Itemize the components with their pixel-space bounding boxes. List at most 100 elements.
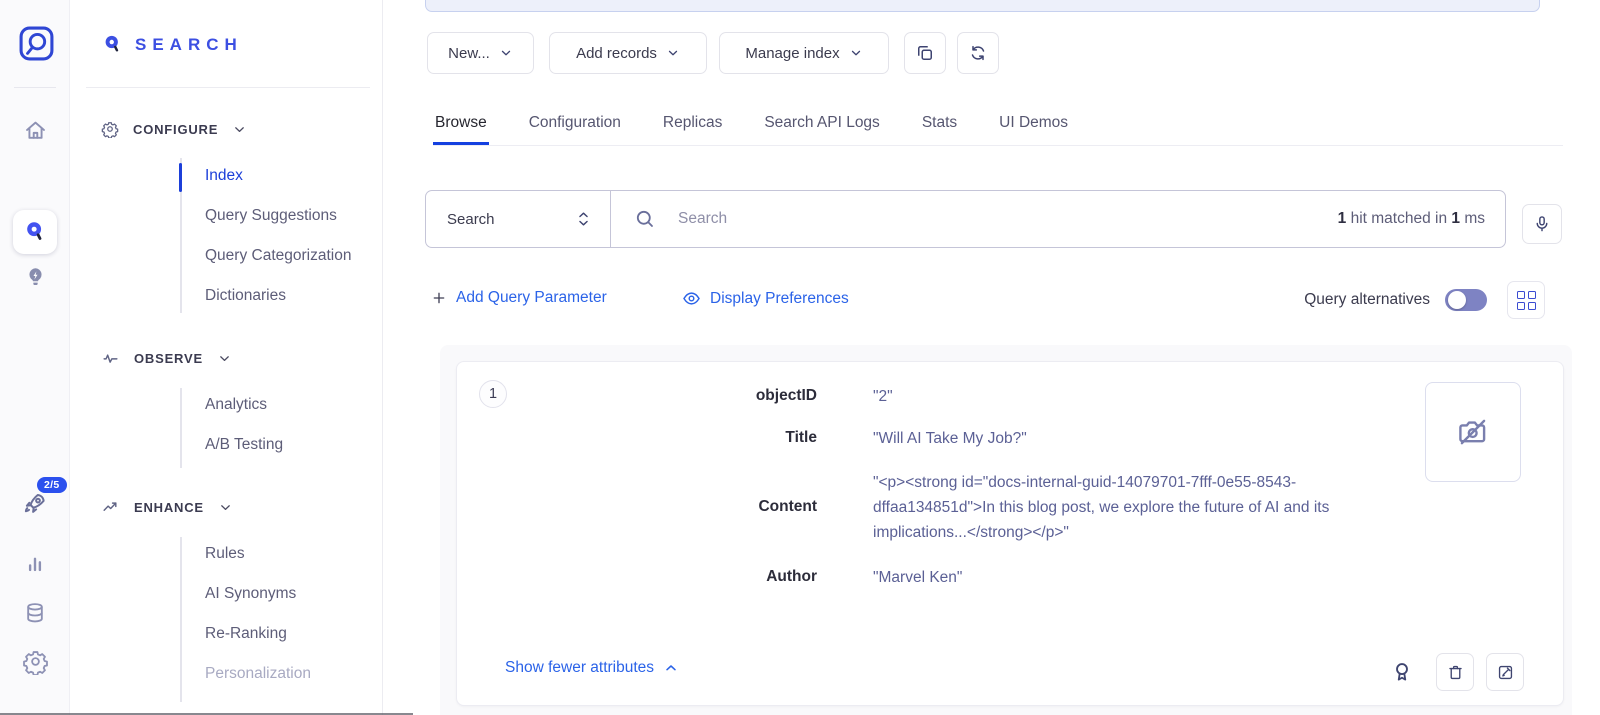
hits-unit: ms [1464, 210, 1485, 227]
delete-record-button[interactable] [1436, 653, 1474, 691]
new-button[interactable]: New... [427, 32, 534, 74]
sidebar-item-rules[interactable]: Rules [205, 545, 245, 563]
manage-index-button[interactable]: Manage index [719, 32, 889, 74]
search-pin-icon [101, 33, 124, 56]
query-controls: Add Query Parameter Display Preferences … [425, 281, 1555, 319]
chevron-down-icon [499, 46, 513, 60]
chevron-down-icon [218, 500, 233, 515]
show-fewer-attributes-link[interactable]: Show fewer attributes [505, 659, 679, 677]
sidebar: SEARCH CONFIGURE Index Query Suggestions… [70, 0, 383, 715]
algolia-dashboard: 2/5 [0, 0, 1600, 715]
sidebar-item-dictionaries[interactable]: Dictionaries [205, 287, 286, 305]
add-query-parameter-link[interactable]: Add Query Parameter [431, 289, 607, 307]
select-chevrons-icon [575, 206, 592, 232]
show-fewer-label: Show fewer attributes [505, 659, 654, 677]
search-mode-select[interactable]: Search [426, 191, 611, 247]
chevron-down-icon [232, 122, 247, 137]
refresh-button[interactable] [957, 32, 999, 74]
settings-gear-icon[interactable] [22, 648, 49, 675]
trash-icon [1446, 663, 1465, 682]
index-selector-partial[interactable] [425, 0, 1540, 12]
search-bar: Search 1 hit matched in 1 ms [425, 190, 1506, 248]
ranking-info-button[interactable] [1389, 659, 1415, 685]
tab-search-api-logs[interactable]: Search API Logs [762, 114, 881, 145]
index-tabs: Browse Configuration Replicas Search API… [433, 102, 1563, 146]
section-observe-label: OBSERVE [134, 351, 203, 366]
configure-gear-icon [101, 120, 119, 138]
sidebar-divider [86, 87, 370, 88]
query-alternatives-group: Query alternatives [1304, 281, 1545, 319]
microphone-icon [1532, 214, 1552, 234]
edit-icon [1496, 663, 1515, 682]
tab-ui-demos[interactable]: UI Demos [997, 114, 1070, 145]
add-records-label: Add records [576, 45, 657, 62]
layout-grid-button[interactable] [1507, 281, 1545, 319]
sidebar-item-re-ranking[interactable]: Re-Ranking [205, 625, 287, 643]
sidebar-item-query-categorization[interactable]: Query Categorization [205, 247, 351, 265]
enhance-group-line [180, 537, 182, 702]
usage-badge: 2/5 [37, 477, 67, 493]
section-configure-label: CONFIGURE [133, 122, 218, 137]
hit-card: 1 objectID "2" Title "Will AI Take My Jo… [456, 361, 1564, 706]
grid-icon [1517, 291, 1536, 310]
product-title: SEARCH [135, 35, 243, 55]
sidebar-item-index[interactable]: Index [205, 167, 243, 185]
analytics-bars-icon[interactable] [22, 551, 49, 578]
tab-stats[interactable]: Stats [920, 114, 959, 145]
rail-divider [14, 87, 56, 88]
enhance-trend-icon [101, 498, 120, 517]
main-content: New... Add records Manage index Browse [383, 0, 1600, 715]
display-preferences-link[interactable]: Display Preferences [682, 289, 849, 308]
query-alternatives-toggle[interactable] [1445, 289, 1487, 311]
attribute-value: "Will AI Take My Job?" [873, 426, 1397, 451]
copy-index-button[interactable] [904, 32, 946, 74]
observe-group-line [180, 388, 182, 468]
tab-browse[interactable]: Browse [433, 114, 489, 145]
section-enhance[interactable]: ENHANCE [101, 498, 233, 517]
award-icon [1389, 659, 1415, 685]
attribute-value: "2" [873, 384, 1397, 409]
plus-icon [431, 290, 447, 306]
attribute-name: Author [457, 565, 817, 589]
data-database-icon[interactable] [22, 600, 49, 627]
section-observe[interactable]: OBSERVE [101, 349, 232, 368]
attribute-value: "Marvel Ken" [873, 565, 1397, 590]
image-placeholder [1425, 382, 1521, 482]
refresh-icon [968, 43, 988, 63]
product-header: SEARCH [101, 33, 243, 56]
voice-search-button[interactable] [1522, 204, 1562, 244]
app-rail: 2/5 [0, 0, 70, 715]
active-item-indicator [179, 163, 182, 192]
observe-pulse-icon [101, 349, 120, 368]
add-records-button[interactable]: Add records [549, 32, 707, 74]
rocket-icon[interactable] [20, 489, 47, 516]
attribute-name: objectID [457, 384, 817, 408]
section-configure[interactable]: CONFIGURE [101, 120, 247, 138]
sidebar-item-ai-synonyms[interactable]: AI Synonyms [205, 585, 296, 603]
hits-count: 1 [1338, 210, 1347, 227]
chevron-down-icon [217, 351, 232, 366]
search-input[interactable] [676, 209, 1319, 229]
tab-configuration[interactable]: Configuration [527, 114, 623, 145]
copy-icon [915, 43, 935, 63]
search-mode-value: Search [447, 211, 575, 228]
chevron-up-icon [663, 660, 679, 676]
search-product-icon[interactable] [13, 210, 57, 254]
algolia-logo-icon[interactable] [18, 25, 55, 62]
display-preferences-label: Display Preferences [710, 290, 849, 308]
sidebar-item-query-suggestions[interactable]: Query Suggestions [205, 207, 337, 225]
query-alternatives-label: Query alternatives [1304, 291, 1430, 309]
attribute-name: Title [457, 426, 817, 450]
camera-off-icon [1455, 414, 1491, 450]
recommend-bulb-icon[interactable] [22, 264, 49, 291]
sidebar-item-analytics[interactable]: Analytics [205, 396, 267, 414]
edit-record-button[interactable] [1486, 653, 1524, 691]
chevron-down-icon [849, 46, 863, 60]
tab-replicas[interactable]: Replicas [661, 114, 724, 145]
toggle-knob [1448, 291, 1466, 309]
sidebar-item-personalization[interactable]: Personalization [205, 665, 311, 683]
manage-index-label: Manage index [745, 45, 839, 62]
home-icon[interactable] [22, 117, 49, 144]
attribute-value: "<p><strong id="docs-internal-guid-14079… [873, 470, 1397, 545]
sidebar-item-ab-testing[interactable]: A/B Testing [205, 436, 283, 454]
